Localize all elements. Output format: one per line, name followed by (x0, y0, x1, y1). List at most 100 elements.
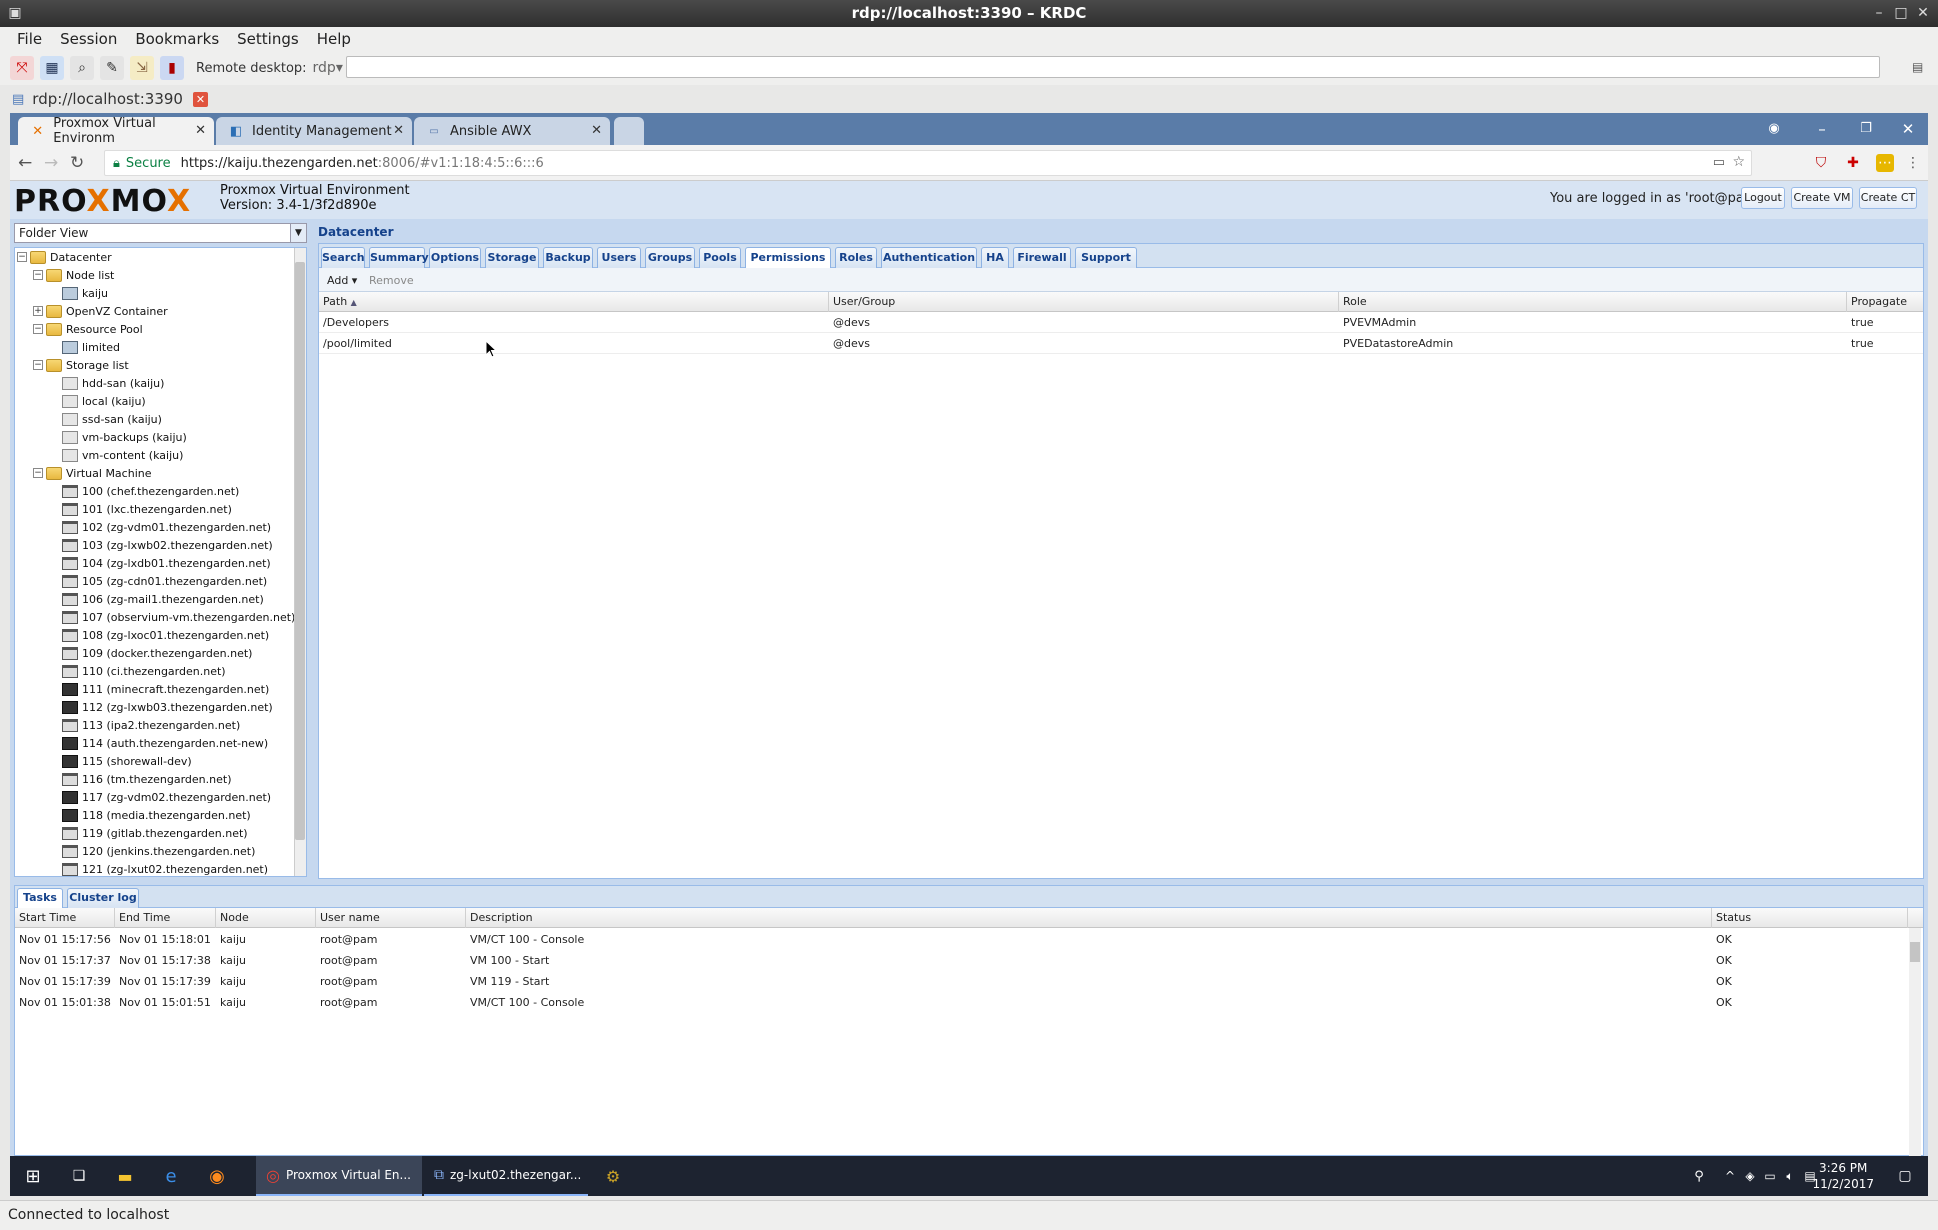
create-vm-button[interactable]: Create VM (1791, 187, 1853, 209)
cast-icon[interactable]: ▭ (1713, 155, 1725, 170)
column-user-name[interactable]: User name (316, 908, 466, 928)
tab-support[interactable]: Support (1075, 247, 1137, 268)
column-propagate[interactable]: Propagate (1847, 292, 1923, 312)
tab-close-icon[interactable]: ✕ (195, 123, 206, 138)
back-icon[interactable]: ← (18, 153, 32, 173)
menu-settings[interactable]: Settings (228, 30, 308, 48)
tree-item-vm[interactable]: 112 (zg-lxwb03.thezengarden.net) (62, 698, 273, 716)
close-icon[interactable]: ✕ (1912, 0, 1934, 27)
tree-item-vm[interactable]: 100 (chef.thezengarden.net) (62, 482, 239, 500)
minimize-icon[interactable]: – (1868, 0, 1890, 27)
forward-icon[interactable]: → (44, 153, 58, 173)
column-status[interactable]: Status (1712, 908, 1908, 928)
tree-item-virtual-machine[interactable]: − Virtual Machine (33, 464, 152, 482)
table-row[interactable]: /pool/limited @devs PVEDatastoreAdmin true (319, 333, 1923, 354)
column-path[interactable]: Path ▲ (319, 292, 829, 312)
scrollbar-thumb[interactable] (295, 262, 305, 840)
tree-item-node-kaiju[interactable]: kaiju (62, 284, 108, 302)
collapse-icon[interactable]: − (17, 252, 27, 262)
remote-address-input[interactable] (346, 56, 1880, 78)
tree-item-vm[interactable]: 109 (docker.thezengarden.net) (62, 644, 252, 662)
folder-view-select[interactable]: Folder View ▼ (14, 223, 307, 243)
tab-users[interactable]: Users (597, 247, 641, 268)
tree-item-vm[interactable]: 116 (tm.thezengarden.net) (62, 770, 232, 788)
chrome-menu-icon[interactable]: ⋮ (1904, 154, 1922, 172)
tree-item-vm[interactable]: 111 (minecraft.thezengarden.net) (62, 680, 269, 698)
network-icon[interactable]: ▭ (1760, 1156, 1780, 1196)
tree-item-resource-pool[interactable]: − Resource Pool (33, 320, 143, 338)
maximize-icon[interactable]: □ (1890, 0, 1912, 27)
reload-icon[interactable]: ↻ (70, 153, 84, 173)
tab-pools[interactable]: Pools (699, 247, 741, 268)
tab-summary[interactable]: Summary (369, 247, 429, 268)
tree-item-vm[interactable]: 108 (zg-lxoc01.thezengarden.net) (62, 626, 269, 644)
toolbar-extend-icon[interactable]: ▤ (1912, 60, 1923, 74)
people-icon[interactable]: ⚲ (1686, 1156, 1712, 1196)
tab-ha[interactable]: HA (981, 247, 1009, 268)
scrollbar-thumb[interactable] (1910, 942, 1920, 962)
tasks-scrollbar[interactable] (1909, 928, 1921, 1156)
tab-close-icon[interactable]: ✕ (591, 123, 602, 138)
profile-icon[interactable]: ◉ (1754, 113, 1794, 145)
tab-tasks[interactable]: Tasks (17, 888, 63, 908)
tab-authentication[interactable]: Authentication (881, 247, 977, 268)
tree-item-vm[interactable]: 107 (observium-vm.thezengarden.net) (62, 608, 295, 626)
tree-item-storage[interactable]: vm-content (kaiju) (62, 446, 183, 464)
task-view-icon[interactable]: ❏ (56, 1156, 102, 1196)
shield-icon[interactable]: ✚ (1844, 154, 1862, 172)
ublock-icon[interactable]: ⛉ (1812, 154, 1830, 172)
tree-item-node-list[interactable]: − Node list (33, 266, 114, 284)
grab-keys-icon[interactable]: ▮ (160, 56, 184, 80)
tab-search[interactable]: Search (321, 247, 365, 268)
tree-item-vm[interactable]: 121 (zg-lxut02.thezengarden.net) (62, 860, 268, 876)
screenshot-icon[interactable]: ▦ (40, 56, 64, 80)
tray-chevron-icon[interactable]: ^ (1720, 1156, 1740, 1196)
session-close-icon[interactable]: ✕ (192, 91, 208, 107)
tab-ansible-awx[interactable]: ▭ Ansible AWX ✕ (414, 117, 610, 145)
tree-item-storage[interactable]: hdd-san (kaiju) (62, 374, 164, 392)
tree-item-vm[interactable]: 119 (gitlab.thezengarden.net) (62, 824, 248, 842)
tab-proxmox[interactable]: ✕ Proxmox Virtual Environm ✕ (18, 116, 214, 146)
tab-groups[interactable]: Groups (645, 247, 695, 268)
url-bar[interactable]: 🔒︎ Secure https://kaiju.thezengarden.net… (104, 150, 1752, 176)
task-row[interactable]: Nov 01 15:17:39 Nov 01 15:17:39 kaiju root@… (15, 971, 1905, 992)
tree-item-vm[interactable]: 106 (zg-mail1.thezengarden.net) (62, 590, 264, 608)
zoom-icon[interactable]: ⌕ (70, 56, 94, 80)
file-explorer-icon[interactable]: ▬ (102, 1156, 148, 1196)
tree-item-storage[interactable]: vm-backups (kaiju) (62, 428, 187, 446)
menu-bookmarks[interactable]: Bookmarks (126, 30, 228, 48)
tab-firewall[interactable]: Firewall (1013, 247, 1071, 268)
browser-minimize-icon[interactable]: – (1802, 113, 1842, 145)
tree-item-openvz[interactable]: + OpenVZ Container (33, 302, 168, 320)
tree-item-pool-limited[interactable]: limited (62, 338, 120, 356)
volume-icon[interactable]: 🔈︎ (1780, 1156, 1800, 1196)
tab-close-icon[interactable]: ✕ (393, 123, 404, 138)
column-user-group[interactable]: User/Group (829, 292, 1339, 312)
tree-item-vm[interactable]: 101 (lxc.thezengarden.net) (62, 500, 232, 518)
tree-item-vm[interactable]: 113 (ipa2.thezengarden.net) (62, 716, 240, 734)
session-tab-label[interactable]: rdp://localhost:3390 (32, 90, 183, 108)
tree-item-vm[interactable]: 115 (shorewall-dev) (62, 752, 192, 770)
logout-button[interactable]: Logout (1741, 187, 1785, 209)
tree-item-vm[interactable]: 110 (ci.thezengarden.net) (62, 662, 226, 680)
column-role[interactable]: Role (1339, 292, 1847, 312)
fullscreen-icon[interactable]: ⤧ (10, 56, 34, 80)
column-description[interactable]: Description (466, 908, 1712, 928)
tree-item-vm[interactable]: 105 (zg-cdn01.thezengarden.net) (62, 572, 267, 590)
tree-item-vm[interactable]: 114 (auth.thezengarden.net-new) (62, 734, 268, 752)
collapse-icon[interactable]: − (33, 468, 43, 478)
remove-button[interactable]: Remove (369, 274, 414, 287)
app-menu-icon[interactable]: ▣ (4, 0, 26, 27)
menu-help[interactable]: Help (308, 30, 360, 48)
tree-item-datacenter[interactable]: − Datacenter (17, 248, 112, 266)
clock[interactable]: 3:26 PM 11/2/2017 (1812, 1160, 1874, 1192)
bookmark-star-icon[interactable]: ☆ (1732, 154, 1745, 170)
tree-item-vm[interactable]: 103 (zg-lxwb02.thezengarden.net) (62, 536, 273, 554)
tree-item-vm[interactable]: 104 (zg-lxdb01.thezengarden.net) (62, 554, 271, 572)
create-ct-button[interactable]: Create CT (1859, 187, 1917, 209)
column-start-time[interactable]: Start Time (15, 908, 115, 928)
protocol-select[interactable]: rdp▾ (313, 60, 343, 76)
add-button[interactable]: Add ▾ (327, 274, 357, 287)
expand-icon[interactable]: + (33, 306, 43, 316)
collapse-icon[interactable]: − (33, 360, 43, 370)
